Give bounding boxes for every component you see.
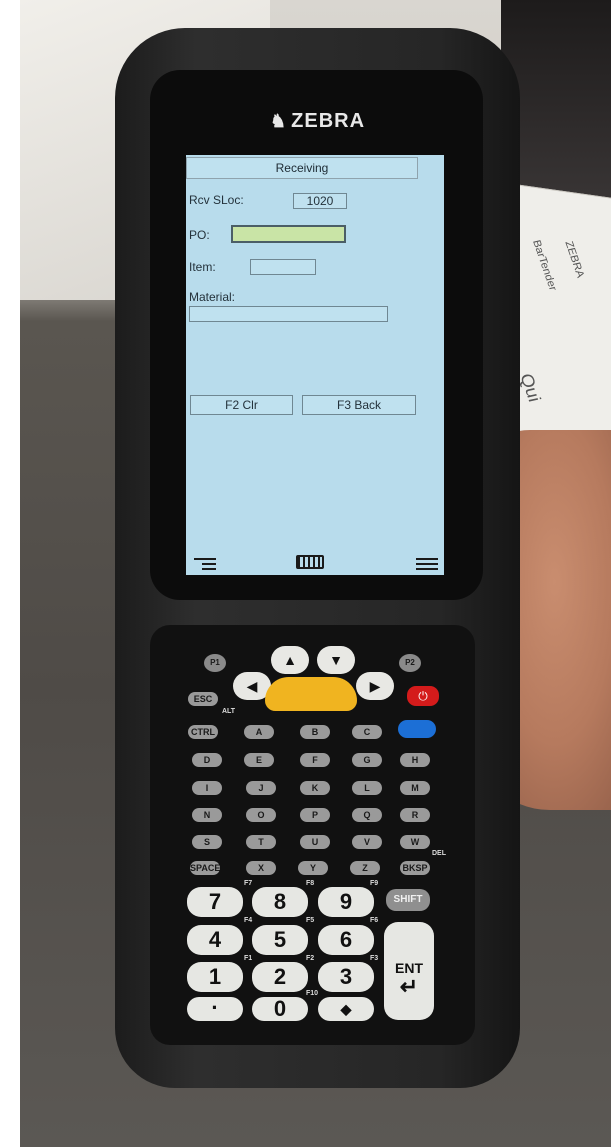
keyboard-icon[interactable] [296, 555, 324, 569]
arrow-up-key[interactable]: ▲ [271, 646, 309, 674]
rcv-sloc-label: Rcv SLoc: [189, 193, 244, 207]
enter-key[interactable]: ENT ↵ [384, 922, 434, 1020]
enter-arrow-icon: ↵ [399, 974, 419, 999]
esc-key[interactable]: ESC [188, 692, 218, 706]
key-2[interactable]: 2 [252, 962, 308, 992]
brand-name: ZEBRA [291, 110, 366, 132]
key-i[interactable]: I [192, 781, 222, 795]
label-text-1: BarTender [530, 238, 559, 292]
key-5[interactable]: 5 [252, 925, 308, 955]
device-screen: Receiving Rcv SLoc: 1020 PO: Item: Mater… [186, 155, 444, 575]
f9-label: F9 [370, 880, 379, 887]
key-u[interactable]: U [300, 835, 330, 849]
arrow-down-icon: ▼ [329, 652, 343, 668]
key-j[interactable]: J [246, 781, 276, 795]
f4-label: F4 [244, 917, 253, 924]
f8-label: F8 [306, 880, 315, 887]
item-field[interactable] [250, 259, 316, 275]
shift-key[interactable]: SHIFT [386, 889, 430, 911]
key-9[interactable]: 9 [318, 887, 374, 917]
arrow-up-icon: ▲ [283, 652, 297, 668]
menu-left-icon[interactable] [194, 555, 216, 570]
f5-label: F5 [306, 917, 315, 924]
f3-back-button[interactable]: F3 Back [302, 395, 416, 415]
key-o[interactable]: O [246, 808, 276, 822]
p2-key[interactable]: P2 [399, 654, 421, 672]
key-1[interactable]: 1 [187, 962, 243, 992]
f2-clear-button[interactable]: F2 Clr [190, 395, 293, 415]
key-w[interactable]: W [400, 835, 430, 849]
f3-label: F3 [370, 955, 379, 962]
key-q[interactable]: Q [352, 808, 382, 822]
key-s[interactable]: S [192, 835, 222, 849]
key-b[interactable]: B [300, 725, 330, 739]
power-key[interactable]: ⏻ [407, 686, 439, 706]
key-k[interactable]: K [300, 781, 330, 795]
key-4[interactable]: 4 [187, 925, 243, 955]
del-label: DEL [432, 850, 446, 857]
key-0[interactable]: 0 [252, 997, 308, 1021]
space-key[interactable]: SPACE [190, 861, 220, 875]
f10-label: F10 [306, 990, 319, 997]
f7-label: F7 [244, 880, 253, 887]
key-g[interactable]: G [352, 753, 382, 767]
key-t[interactable]: T [246, 835, 276, 849]
key-c[interactable]: C [352, 725, 382, 739]
key-3[interactable]: 3 [318, 962, 374, 992]
key-8[interactable]: 8 [252, 887, 308, 917]
brand-logo: ♞ ZEBRA [270, 110, 365, 133]
android-nav-bar [186, 549, 444, 575]
key-l[interactable]: L [352, 781, 382, 795]
key-e[interactable]: E [244, 753, 274, 767]
key-f[interactable]: F [300, 753, 330, 767]
key-h[interactable]: H [400, 753, 430, 767]
key-m[interactable]: M [400, 781, 430, 795]
material-label: Material: [189, 290, 236, 304]
alt-label: ALT [222, 708, 236, 715]
hamburger-menu-icon[interactable] [416, 555, 438, 570]
f2-label: F2 [306, 955, 315, 962]
key-d[interactable]: D [192, 753, 222, 767]
photo-border [0, 0, 20, 1147]
item-label: Item: [189, 260, 216, 274]
arrow-down-key[interactable]: ▼ [317, 646, 355, 674]
f1-label: F1 [244, 955, 253, 962]
arrow-left-icon: ◀ [246, 678, 258, 694]
key-v[interactable]: V [352, 835, 382, 849]
power-icon: ⏻ [418, 689, 428, 703]
f6-label: F6 [370, 917, 379, 924]
key-r[interactable]: R [400, 808, 430, 822]
ctrl-key[interactable]: CTRL [188, 725, 218, 739]
po-label: PO: [189, 228, 210, 242]
key-6[interactable]: 6 [318, 925, 374, 955]
key-z[interactable]: Z [350, 861, 380, 875]
screen-title: Receiving [186, 157, 418, 179]
bksp-key[interactable]: BKSP [400, 861, 430, 875]
key-7[interactable]: 7 [187, 887, 243, 917]
material-field[interactable] [189, 306, 388, 322]
arrow-right-icon: ▶ [369, 678, 381, 694]
key-p[interactable]: P [300, 808, 330, 822]
key-x[interactable]: X [246, 861, 276, 875]
key-a[interactable]: A [244, 725, 274, 739]
key-n[interactable]: N [192, 808, 222, 822]
key-diamond[interactable]: ◆ [318, 997, 374, 1021]
key-y[interactable]: Y [298, 861, 328, 875]
scan-trigger-key[interactable] [265, 677, 357, 711]
p1-key[interactable]: P1 [204, 654, 226, 672]
key-dot[interactable]: · [187, 997, 243, 1021]
blue-function-key[interactable] [398, 720, 436, 738]
arrow-right-key[interactable]: ▶ [356, 672, 394, 700]
po-field[interactable] [231, 225, 346, 243]
label-text-2: ZEBRA [562, 240, 587, 279]
zebra-head-icon: ♞ [270, 111, 288, 131]
rcv-sloc-field[interactable]: 1020 [293, 193, 347, 209]
